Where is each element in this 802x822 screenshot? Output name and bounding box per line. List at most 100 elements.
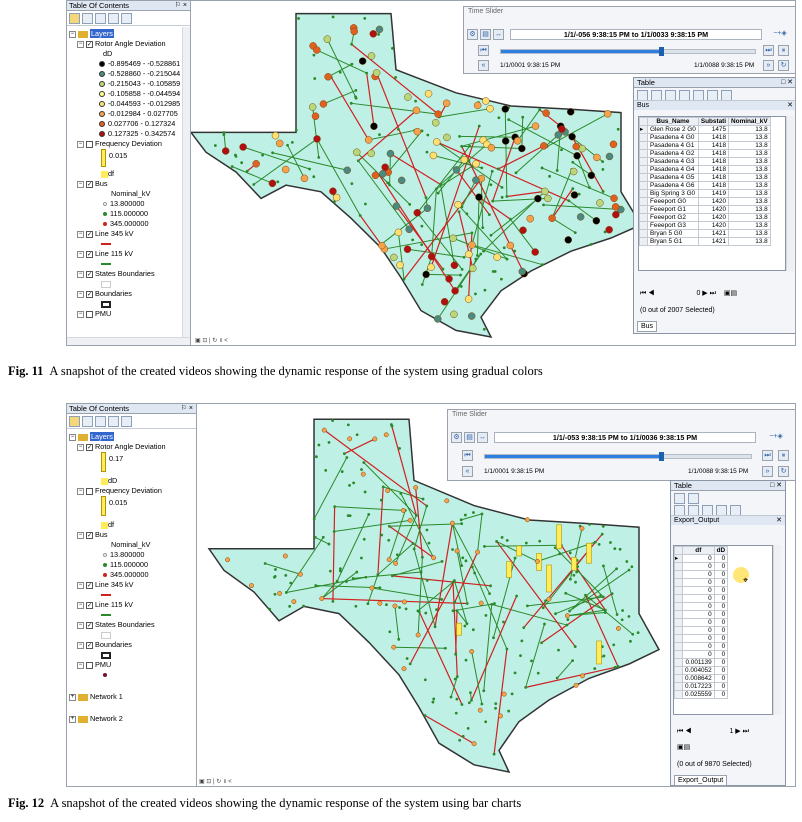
- column-header[interactable]: Bus_Name: [647, 117, 699, 126]
- show-all-records-icon[interactable]: ▣▤: [724, 290, 737, 297]
- table-cell[interactable]: 1420: [697, 205, 730, 214]
- collapse-icon[interactable]: −: [69, 30, 76, 38]
- table-row[interactable]: Pasadena 4 G1 1418 13.8: [639, 141, 771, 150]
- layer-bus[interactable]: − ✓ Bus: [69, 179, 188, 189]
- export-icon[interactable]: ▤: [464, 432, 475, 443]
- go-to-start-icon[interactable]: ⏮: [478, 45, 489, 56]
- table-cell[interactable]: 13.8: [728, 141, 771, 150]
- table-row[interactable]: 00: [674, 618, 729, 627]
- row-selector[interactable]: [639, 181, 648, 190]
- layer-boundaries[interactable]: − ✓ Boundaries: [69, 289, 188, 299]
- table-cell[interactable]: Big Spring 3 G0: [647, 189, 699, 198]
- table-cell[interactable]: 0: [713, 626, 729, 635]
- table-cell[interactable]: Pasadena 4 G5: [647, 173, 699, 182]
- table-cell[interactable]: 0: [682, 578, 715, 587]
- layer-rotor-angle[interactable]: − ✓ Rotor Angle Deviation: [69, 442, 194, 452]
- table-cell[interactable]: 0: [682, 642, 715, 651]
- table-cell[interactable]: 13.8: [728, 229, 771, 238]
- forward-icon[interactable]: »: [763, 60, 774, 71]
- table-row[interactable]: Pasadena 4 G0 1418 13.8: [639, 133, 771, 142]
- table-cell[interactable]: 1421: [697, 229, 730, 238]
- row-selector[interactable]: [674, 602, 683, 611]
- table-cell[interactable]: 0: [682, 634, 715, 643]
- table-cell[interactable]: 0: [682, 650, 715, 659]
- table-cell[interactable]: 1418: [697, 165, 730, 174]
- collapse-icon[interactable]: −: [77, 661, 84, 669]
- table-cell[interactable]: 0: [682, 618, 715, 627]
- table-cell[interactable]: Bryan 5 G0: [647, 229, 699, 238]
- table-cell[interactable]: 0: [713, 586, 729, 595]
- table-cell[interactable]: 0.004052: [682, 666, 715, 675]
- toc-vertical-scrollbar[interactable]: [182, 27, 190, 337]
- collapse-icon[interactable]: −: [77, 443, 84, 451]
- loop-icon[interactable]: ↻: [778, 60, 789, 71]
- table-cell[interactable]: 1475: [697, 125, 730, 134]
- row-selector[interactable]: [639, 229, 648, 238]
- checkbox-checked-icon[interactable]: ✓: [86, 180, 93, 188]
- table-row[interactable]: 0.017223 0: [674, 682, 729, 691]
- row-selector[interactable]: [674, 626, 683, 635]
- table-cell[interactable]: 13.8: [728, 157, 771, 166]
- table-cell[interactable]: 13.8: [728, 149, 771, 158]
- expand-icon[interactable]: +: [69, 715, 76, 723]
- attribute-grid[interactable]: Bus_Name Substati Nominal_kV ▸ Glen Rose 2 G…: [638, 116, 786, 271]
- table-cell[interactable]: 0: [713, 650, 729, 659]
- bottom-tab-bus[interactable]: Bus: [637, 321, 658, 332]
- table-cell[interactable]: 13.8: [728, 165, 771, 174]
- checkbox-checked-icon[interactable]: ✓: [86, 581, 93, 589]
- restore-close-icons[interactable]: □ ✕: [770, 481, 782, 491]
- table-row[interactable]: 00: [674, 634, 729, 643]
- table-cell[interactable]: 1419: [697, 189, 730, 198]
- collapse-icon[interactable]: −: [77, 601, 84, 609]
- table-row[interactable]: ▸ 0 0: [674, 554, 729, 563]
- table-cell[interactable]: 1420: [697, 213, 730, 222]
- list-by-drawing-order-icon[interactable]: [69, 416, 80, 427]
- table-row[interactable]: Pasadena 4 G3 1418 13.8: [639, 157, 771, 166]
- back-icon[interactable]: «: [462, 466, 473, 477]
- collapse-icon[interactable]: −: [77, 487, 84, 495]
- table-cell[interactable]: 13.8: [728, 213, 771, 222]
- table-cell[interactable]: 1418: [697, 133, 730, 142]
- table-cell[interactable]: 0: [682, 626, 715, 635]
- table-row[interactable]: Feeeport G1 1420 13.8: [639, 205, 771, 214]
- checkbox-checked-icon[interactable]: ✓: [86, 531, 93, 539]
- table-cell[interactable]: Pasadena 4 G6: [647, 181, 699, 190]
- table-row[interactable]: Feeeport G2 1420 13.8: [639, 213, 771, 222]
- table-cell[interactable]: 13.8: [728, 221, 771, 230]
- layer-pmu[interactable]: − PMU: [69, 309, 188, 319]
- collapse-icon[interactable]: −: [77, 310, 84, 318]
- collapse-icon[interactable]: −: [77, 250, 84, 258]
- pause-icon[interactable]: ⏸: [778, 450, 789, 461]
- list-by-visibility-icon[interactable]: [95, 416, 106, 427]
- table-cell[interactable]: 0: [713, 562, 729, 571]
- table-cell[interactable]: 1421: [697, 237, 730, 246]
- table-cell[interactable]: 0.008642: [682, 674, 715, 683]
- table-cell[interactable]: 0: [713, 642, 729, 651]
- checkbox-unchecked-icon[interactable]: [86, 310, 93, 318]
- options-icon[interactable]: ⚙: [451, 432, 462, 443]
- table-row[interactable]: Pasadena 4 G6 1418 13.8: [639, 181, 771, 190]
- row-selector[interactable]: [674, 682, 683, 691]
- restore-close-icons[interactable]: □ ✕: [781, 78, 793, 88]
- row-selector[interactable]: [639, 165, 648, 174]
- table-cell[interactable]: Feeeport G3: [647, 221, 699, 230]
- table-row[interactable]: 00: [674, 578, 729, 587]
- table-cell[interactable]: Glen Rose 2 G0: [647, 125, 699, 134]
- checkbox-checked-icon[interactable]: ✓: [86, 230, 93, 238]
- table-cell[interactable]: 0: [713, 610, 729, 619]
- layers-group[interactable]: − Layers: [69, 432, 194, 442]
- table-row[interactable]: Feeeport G3 1420 13.8: [639, 221, 771, 230]
- table-row[interactable]: 0.001139 0: [674, 658, 729, 667]
- close-icon[interactable]: ✕: [776, 516, 782, 526]
- layer-frequency[interactable]: − Frequency Deviation: [69, 486, 194, 496]
- table-cell[interactable]: Bryan 5 G1: [647, 237, 699, 246]
- expand-icon[interactable]: +: [69, 693, 76, 701]
- forward-icon[interactable]: »: [762, 466, 773, 477]
- row-selector[interactable]: [674, 570, 683, 579]
- table-cell[interactable]: 0: [682, 586, 715, 595]
- loop-icon[interactable]: ↻: [778, 466, 789, 477]
- table-row[interactable]: ▸ Glen Rose 2 G0 1475 13.8: [639, 125, 771, 134]
- row-selector[interactable]: [674, 594, 683, 603]
- table-cell[interactable]: 0: [713, 690, 729, 699]
- table-cell[interactable]: 13.8: [728, 237, 771, 246]
